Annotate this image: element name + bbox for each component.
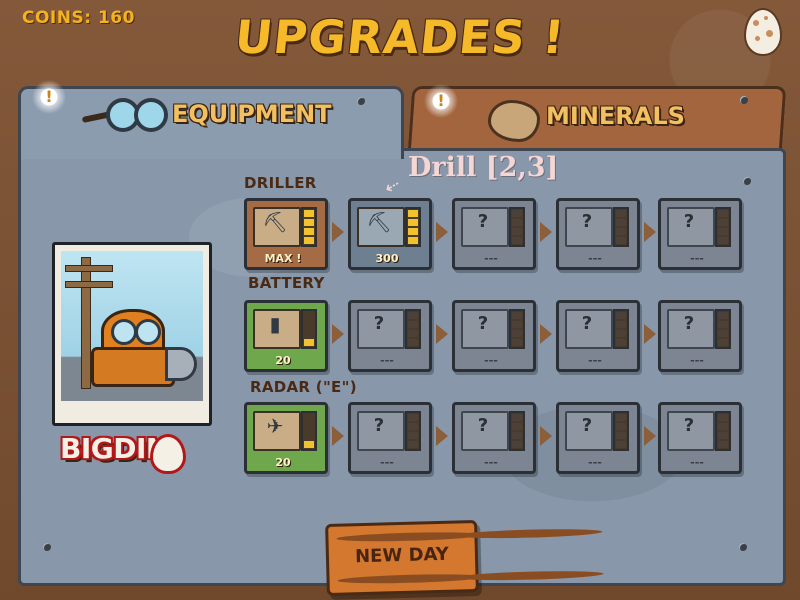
- locked-question-icon: ?: [373, 415, 385, 436]
- level-meter: [715, 411, 731, 451]
- level-meter: [301, 411, 317, 451]
- upgrade-arrow-icon: [436, 222, 448, 242]
- drill-icon: ⛏: [366, 210, 392, 234]
- upgrade-arrow-icon: [644, 426, 656, 446]
- upgrade-card[interactable]: ▮ 20: [244, 300, 328, 372]
- upgrade-arrow-icon: [332, 426, 344, 446]
- level-meter: [509, 309, 525, 349]
- upgrade-card-caption: ---: [690, 252, 704, 265]
- row-label-driller: DRILLER: [244, 174, 317, 192]
- upgrade-card-caption: ---: [380, 354, 394, 367]
- level-meter: [405, 207, 421, 247]
- logo-egg-icon: [150, 434, 186, 474]
- character-portrait: [52, 242, 212, 426]
- upgrade-card[interactable]: ? ---: [348, 402, 432, 474]
- locked-question-icon: ?: [683, 415, 695, 436]
- new-day-button[interactable]: NEW DAY: [325, 520, 604, 596]
- upgrade-card[interactable]: ? ---: [658, 198, 742, 270]
- upgrade-card[interactable]: ? ---: [556, 300, 640, 372]
- upgrade-card-caption: ---: [380, 456, 394, 469]
- upgrade-card[interactable]: ? ---: [452, 300, 536, 372]
- upgrade-card-caption: ---: [690, 456, 704, 469]
- upgrade-card[interactable]: ⛏ MAX !: [244, 198, 328, 270]
- cursor-hint-label: Drill [2,3]: [408, 152, 559, 183]
- drill-icon: ⛏: [262, 210, 288, 234]
- level-meter: [509, 207, 525, 247]
- upgrade-card[interactable]: ? ---: [348, 300, 432, 372]
- level-meter: [715, 309, 731, 349]
- level-meter: [301, 309, 317, 349]
- upgrade-card-caption: 300: [375, 252, 399, 265]
- tab-minerals-label: MINERALS: [546, 102, 685, 130]
- upgrade-card[interactable]: ⛏ 300: [348, 198, 432, 270]
- upgrade-card[interactable]: ? ---: [658, 300, 742, 372]
- upgrade-card[interactable]: ? ---: [452, 198, 536, 270]
- upgrade-card-caption: ---: [690, 354, 704, 367]
- upgrade-arrow-icon: [332, 324, 344, 344]
- upgrade-arrow-icon: [332, 222, 344, 242]
- level-meter: [613, 411, 629, 451]
- upgrade-card-caption: MAX !: [264, 252, 302, 265]
- locked-question-icon: ?: [581, 211, 593, 232]
- drill-icon: [165, 347, 197, 381]
- locked-question-icon: ?: [581, 415, 593, 436]
- locked-question-icon: ?: [683, 313, 695, 334]
- upgrade-card-caption: ---: [484, 456, 498, 469]
- upgrade-arrow-icon: [644, 222, 656, 242]
- row-label-battery: BATTERY: [248, 274, 325, 292]
- upgrade-arrow-icon: [540, 426, 552, 446]
- notification-spark-equipment: !: [32, 80, 66, 114]
- upgrade-card[interactable]: ✈ 20: [244, 402, 328, 474]
- upgrade-card[interactable]: ? ---: [452, 402, 536, 474]
- locked-question-icon: ?: [477, 211, 489, 232]
- upgrade-card-caption: ---: [588, 456, 602, 469]
- locked-question-icon: ?: [477, 415, 489, 436]
- level-meter: [715, 207, 731, 247]
- upgrade-arrow-icon: [644, 324, 656, 344]
- upgrade-arrow-icon: [540, 222, 552, 242]
- new-day-label: NEW DAY: [354, 543, 450, 568]
- upgrade-card-caption: 20: [275, 354, 291, 367]
- level-meter: [301, 207, 317, 247]
- upgrade-card-caption: ---: [484, 354, 498, 367]
- upgrade-card-caption: ---: [588, 354, 602, 367]
- level-meter: [405, 309, 421, 349]
- upgrade-arrow-icon: [436, 324, 448, 344]
- locked-question-icon: ?: [683, 211, 695, 232]
- row-label-radar: RADAR ("E"): [250, 378, 357, 396]
- upgrade-arrow-icon: [436, 426, 448, 446]
- tab-equipment-label: EQUIPMENT: [172, 100, 332, 128]
- level-meter: [509, 411, 525, 451]
- page-title: UPGRADES !: [232, 10, 568, 64]
- notification-spark-minerals: !: [424, 84, 458, 118]
- upgrade-card-caption: 20: [275, 456, 291, 469]
- goggles-icon: [81, 98, 168, 134]
- rivet: [740, 96, 748, 104]
- locked-question-icon: ?: [477, 313, 489, 334]
- upgrade-card[interactable]: ? ---: [556, 198, 640, 270]
- battery-icon: ▮: [269, 312, 281, 336]
- upgrade-card[interactable]: ? ---: [658, 402, 742, 474]
- egg-icon[interactable]: [744, 8, 782, 56]
- radar-icon: ✈: [266, 414, 284, 438]
- locked-question-icon: ?: [581, 313, 593, 334]
- upgrade-arrow-icon: [540, 324, 552, 344]
- level-meter: [613, 309, 629, 349]
- upgrade-card-caption: ---: [484, 252, 498, 265]
- upgrade-card-caption: ---: [588, 252, 602, 265]
- level-meter: [405, 411, 421, 451]
- locked-question-icon: ?: [373, 313, 385, 334]
- upgrade-card[interactable]: ? ---: [556, 402, 640, 474]
- level-meter: [613, 207, 629, 247]
